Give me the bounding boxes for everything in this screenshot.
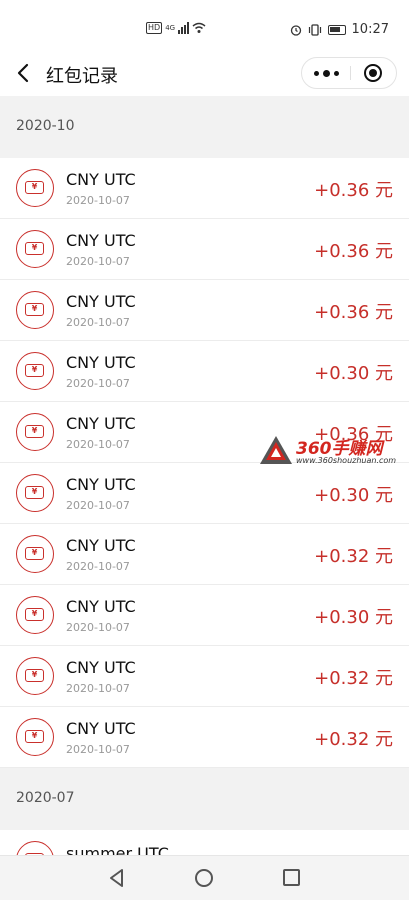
close-mini-program-icon[interactable]	[364, 64, 382, 82]
record-amount: +0.32 元	[314, 546, 393, 567]
section-header-2020-07: 2020-07	[0, 768, 409, 830]
record-date: 2020-10-07	[66, 560, 130, 573]
record-date: 2020-10-07	[66, 377, 130, 390]
red-packet-icon: ¥	[16, 841, 54, 855]
record-title: CNY UTC	[66, 292, 136, 311]
record-row[interactable]: ¥ CNY UTC 2020-10-07 +0.32 元	[0, 646, 409, 707]
capsule-divider	[350, 66, 351, 80]
record-amount: +0.36 元	[314, 241, 393, 262]
record-title: CNY UTC	[66, 719, 136, 738]
record-date: 2020-10-07	[66, 682, 130, 695]
record-date: 2020-10-07	[66, 499, 130, 512]
battery-icon	[327, 24, 346, 35]
record-amount: +0.36 元	[314, 302, 393, 323]
more-menu-icon[interactable]	[302, 58, 350, 88]
record-title: CNY UTC	[66, 170, 136, 189]
back-arrow-icon[interactable]	[14, 62, 34, 84]
record-row[interactable]: ¥ CNY UTC 2020-10-07 +0.32 元	[0, 707, 409, 768]
red-packet-icon: ¥	[16, 291, 54, 329]
watermark-url: www.360shouzhuan.com	[296, 456, 397, 465]
watermark-logo-icon	[260, 436, 292, 464]
record-row[interactable]: ¥ CNY UTC 2020-10-07 +0.32 元	[0, 524, 409, 585]
red-packet-icon: ¥	[16, 230, 54, 268]
record-date: 2020-10-07	[66, 316, 130, 329]
signal-icon	[178, 22, 190, 34]
record-title: summer UTC	[66, 844, 169, 855]
red-packet-icon: ¥	[16, 474, 54, 512]
record-row[interactable]: ¥ CNY UTC 2020-10-07 +0.30 元	[0, 341, 409, 402]
alarm-icon	[290, 24, 301, 36]
status-left: HD 4G	[146, 22, 206, 34]
system-home-icon[interactable]	[195, 869, 213, 887]
red-packet-icon: ¥	[16, 535, 54, 573]
record-row[interactable]: ¥ CNY UTC 2020-10-07 +0.30 元	[0, 585, 409, 646]
record-row[interactable]: ¥ CNY UTC 2020-10-07 +0.36 元	[0, 158, 409, 219]
record-amount: +0.30 元	[314, 363, 393, 384]
vibrate-icon	[308, 23, 321, 36]
status-right: 10:27	[290, 22, 389, 37]
system-back-icon[interactable]	[108, 868, 126, 888]
section-header-2020-10: 2020-10	[0, 96, 409, 158]
record-amount: +0.32 元	[314, 668, 393, 689]
record-row[interactable]: ¥ CNY UTC 2020-10-07 +0.36 元	[0, 280, 409, 341]
red-packet-icon: ¥	[16, 596, 54, 634]
section-month: 2020-07	[16, 790, 75, 806]
record-title: CNY UTC	[66, 475, 136, 494]
red-packet-icon: ¥	[16, 413, 54, 451]
record-date: 2020-10-07	[66, 743, 130, 756]
record-row[interactable]: ¥ CNY UTC 2020-10-07 +0.30 元	[0, 463, 409, 524]
record-date: 2020-10-07	[66, 438, 130, 451]
record-amount: +0.30 元	[314, 485, 393, 506]
record-amount: +0.36 元	[314, 180, 393, 201]
red-packet-icon: ¥	[16, 169, 54, 207]
record-title: CNY UTC	[66, 414, 136, 433]
system-nav-bar	[0, 855, 409, 900]
nav-bar: 红包记录	[0, 50, 409, 96]
mini-program-capsule	[301, 57, 397, 89]
network-type: 4G	[165, 24, 176, 32]
record-amount: +0.30 元	[314, 607, 393, 628]
system-recent-apps-icon[interactable]	[283, 869, 300, 886]
watermark: 360手赚网 www.360shouzhuan.com	[256, 432, 406, 472]
record-title: CNY UTC	[66, 353, 136, 372]
red-packet-icon: ¥	[16, 718, 54, 756]
record-date: 2020-10-07	[66, 621, 130, 634]
section-month: 2020-10	[16, 118, 75, 134]
page-title: 红包记录	[46, 66, 118, 87]
record-date: 2020-10-07	[66, 255, 130, 268]
record-title: CNY UTC	[66, 536, 136, 555]
record-amount: +0.32 元	[314, 729, 393, 750]
record-title: CNY UTC	[66, 658, 136, 677]
record-title: CNY UTC	[66, 597, 136, 616]
wifi-icon	[192, 22, 206, 33]
record-row-partial[interactable]: ¥ summer UTC	[0, 830, 409, 855]
record-title: CNY UTC	[66, 231, 136, 250]
red-packet-icon: ¥	[16, 657, 54, 695]
hd-icon: HD	[146, 22, 163, 34]
red-packet-icon: ¥	[16, 352, 54, 390]
status-time: 10:27	[351, 22, 389, 37]
record-row[interactable]: ¥ CNY UTC 2020-10-07 +0.36 元	[0, 219, 409, 280]
record-date: 2020-10-07	[66, 194, 130, 207]
